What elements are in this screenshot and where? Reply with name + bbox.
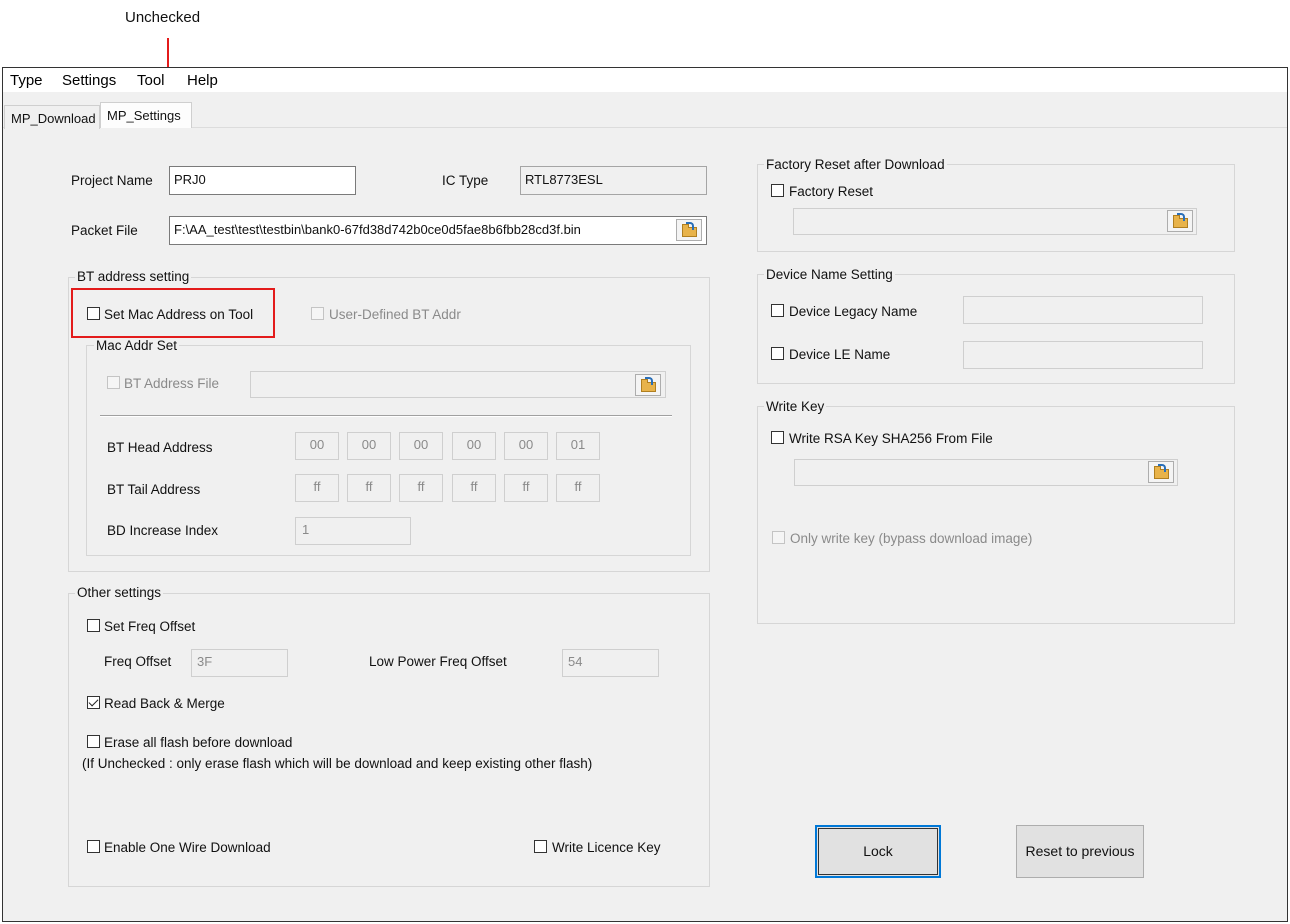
bt-tail-label: BT Tail Address [107,482,201,497]
bt-head-byte-2[interactable]: 00 [347,432,391,460]
freq-offset-input[interactable]: 3F [191,649,288,677]
user-defined-label: User-Defined BT Addr [329,307,461,322]
arrow-icon [686,222,694,230]
annotation-highlight-box [71,288,275,338]
bt-address-file-label: BT Address File [124,376,220,391]
bt-tail-byte-6[interactable]: ff [556,474,600,502]
write-rsa-key-label[interactable]: Write RSA Key SHA256 From File [789,431,993,446]
bt-tail-byte-4[interactable]: ff [452,474,496,502]
device-legacy-name-checkbox[interactable] [771,304,784,317]
write-rsa-key-checkbox[interactable] [771,431,784,444]
factory-reset-label[interactable]: Factory Reset [789,184,873,199]
bd-increase-input[interactable]: 1 [295,517,411,545]
tab-mp-settings[interactable]: MP_Settings [100,102,192,128]
one-wire-label[interactable]: Enable One Wire Download [104,840,271,855]
low-power-freq-label: Low Power Freq Offset [369,654,507,669]
menu-settings[interactable]: Settings [62,72,116,89]
factory-reset-checkbox[interactable] [771,184,784,197]
freq-offset-label: Freq Offset [104,654,172,669]
read-back-checkbox[interactable] [87,696,100,709]
other-settings-title: Other settings [75,585,164,600]
device-le-name-checkbox[interactable] [771,347,784,360]
read-back-label[interactable]: Read Back & Merge [104,696,225,711]
bd-increase-label: BD Increase Index [107,523,219,538]
rsa-key-file-input[interactable] [794,459,1178,486]
packet-file-input[interactable]: F:\AA_test\test\testbin\bank0-67fd38d742… [169,216,707,245]
project-name-label: Project Name [71,173,153,188]
bt-head-byte-3[interactable]: 00 [399,432,443,460]
project-name-input[interactable]: PRJ0 [169,166,356,195]
device-le-name-input[interactable] [963,341,1203,369]
reset-to-previous-button[interactable]: Reset to previous [1016,825,1144,878]
low-power-freq-input[interactable]: 54 [562,649,659,677]
licence-key-label[interactable]: Write Licence Key [552,840,661,855]
arrow-icon [1177,213,1185,221]
tab-strip-border [3,127,1287,128]
menu-tool[interactable]: Tool [137,72,165,89]
factory-reset-browse-button[interactable] [1167,210,1193,232]
menu-type[interactable]: Type [10,72,43,89]
ic-type-field: RTL8773ESL [520,166,707,195]
arrow-icon [1158,464,1166,472]
device-legacy-name-input[interactable] [963,296,1203,324]
device-legacy-name-label[interactable]: Device Legacy Name [789,304,917,319]
set-freq-checkbox[interactable] [87,619,100,632]
licence-key-checkbox[interactable] [534,840,547,853]
device-le-name-label[interactable]: Device LE Name [789,347,890,362]
arrow-icon [645,377,653,385]
factory-reset-file-input[interactable] [793,208,1197,235]
rsa-key-browse-button[interactable] [1148,461,1174,483]
bt-address-group-title: BT address setting [75,269,192,284]
tab-mp-download[interactable]: MP_Download [4,105,100,129]
bt-head-byte-6[interactable]: 01 [556,432,600,460]
bt-address-file-browse-button[interactable] [635,374,661,396]
lock-button[interactable]: Lock [815,825,941,878]
mac-addr-set-title: Mac Addr Set [94,338,180,353]
bt-head-byte-1[interactable]: 00 [295,432,339,460]
factory-reset-title: Factory Reset after Download [764,157,947,172]
bt-tail-byte-3[interactable]: ff [399,474,443,502]
bt-head-byte-5[interactable]: 00 [504,432,548,460]
bt-tail-byte-2[interactable]: ff [347,474,391,502]
device-name-title: Device Name Setting [764,267,895,282]
write-key-title: Write Key [764,399,827,414]
erase-note: (If Unchecked : only erase flash which w… [82,756,593,771]
bt-head-byte-4[interactable]: 00 [452,432,496,460]
menu-help[interactable]: Help [187,72,218,89]
bt-address-file-checkbox[interactable] [107,376,120,389]
packet-file-label: Packet File [71,223,138,238]
one-wire-checkbox[interactable] [87,840,100,853]
bt-tail-byte-1[interactable]: ff [295,474,339,502]
only-write-key-label: Only write key (bypass download image) [790,531,1033,546]
ic-type-label: IC Type [442,173,489,188]
user-defined-checkbox[interactable] [311,307,324,320]
only-write-key-checkbox[interactable] [772,531,785,544]
bt-tail-byte-5[interactable]: ff [504,474,548,502]
bt-head-label: BT Head Address [107,440,213,455]
packet-file-browse-button[interactable] [676,219,702,241]
erase-all-label[interactable]: Erase all flash before download [104,735,292,750]
mac-addr-separator [100,415,672,417]
bt-address-file-input[interactable] [250,371,666,398]
erase-all-checkbox[interactable] [87,735,100,748]
set-freq-label[interactable]: Set Freq Offset [104,619,195,634]
annotation-label: Unchecked [125,9,201,26]
